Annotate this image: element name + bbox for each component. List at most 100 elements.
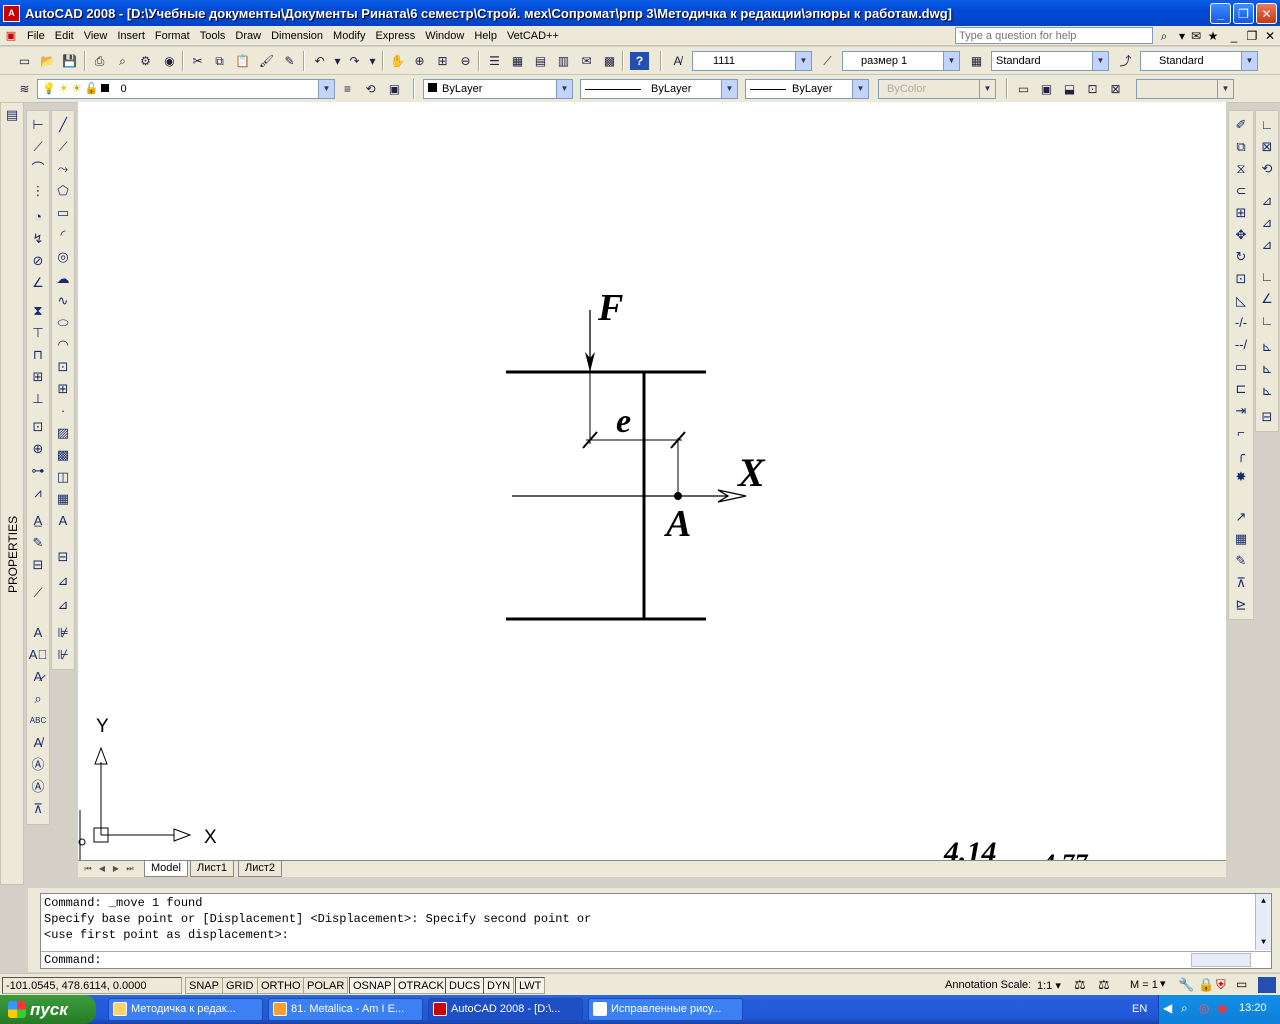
leader-icon[interactable]: ↗	[1231, 507, 1251, 527]
x-axis-label[interactable]: X	[736, 450, 766, 495]
clip-viewport-icon[interactable]: ⊠	[1106, 80, 1125, 98]
tab-layout-1[interactable]: Лист1	[190, 861, 235, 877]
cut-icon[interactable]: ✂	[188, 52, 207, 70]
dim-style-icon[interactable]: ⟋	[818, 52, 837, 70]
point-icon[interactable]: ·	[53, 401, 73, 421]
menu-window[interactable]: Window	[420, 27, 469, 45]
rotate-icon[interactable]: ↻	[1231, 247, 1251, 267]
offset-icon[interactable]: ⊂	[1231, 181, 1251, 201]
ucs-origin-icon[interactable]: ∟	[1257, 267, 1277, 287]
break-at-point-icon[interactable]: ▭	[1231, 357, 1251, 377]
redo-icon[interactable]: ↷	[345, 52, 364, 70]
title-bar[interactable]: A AutoCAD 2008 - [D:\Учебные документы\Д…	[0, 0, 1280, 26]
layer-thaw-sun-icon[interactable]: ☀	[59, 83, 69, 95]
convert-distance-icon[interactable]: ⊼	[28, 799, 48, 819]
linetype-select[interactable]: ByLayer ▼	[580, 79, 738, 99]
tray-back-icon[interactable]: ◀	[1163, 1001, 1172, 1015]
doc-close-button[interactable]: ✕	[1262, 28, 1278, 44]
ucs-zaxis-icon[interactable]: ∠	[1257, 289, 1277, 309]
extend-icon[interactable]: --/	[1231, 335, 1251, 355]
command-history-scrollbar[interactable]: ▲ ▼	[1255, 894, 1271, 950]
multileader-icon[interactable]: ✎	[1231, 551, 1251, 571]
table-style-icon[interactable]: ▦	[967, 52, 986, 70]
scroll-down-icon[interactable]: ▼	[1256, 935, 1271, 950]
table-style-select[interactable]: Standard ▼	[991, 51, 1109, 71]
chevron-down-icon[interactable]: ▼	[795, 52, 811, 70]
quick-dimension-icon[interactable]: ⧗	[28, 301, 48, 321]
text-tool-2-icon[interactable]: ⊿	[53, 571, 73, 591]
ucs-object-icon[interactable]: ⊿	[1257, 213, 1277, 233]
tab-model[interactable]: Model	[144, 861, 188, 877]
dimension-space-icon[interactable]: ⊞	[28, 367, 48, 387]
insert-block-icon[interactable]: ⊡	[53, 357, 73, 377]
maximize-button[interactable]: ❐	[1233, 3, 1254, 24]
menu-help[interactable]: Help	[469, 27, 502, 45]
menu-view[interactable]: View	[79, 27, 113, 45]
menu-edit[interactable]: Edit	[50, 27, 79, 45]
auto-scale-icon[interactable]: ⚖	[1098, 977, 1110, 993]
rectangle-icon[interactable]: ▭	[53, 203, 73, 223]
properties-palette-strip[interactable]: ▤ PROPERTIES	[0, 102, 24, 885]
viewport-icon[interactable]: ▭	[1014, 80, 1033, 98]
calculator-icon[interactable]: ▩	[600, 52, 619, 70]
text-tool-1-icon[interactable]: ⊟	[53, 547, 73, 567]
ordinate-dimension-icon[interactable]: ⋮	[28, 181, 48, 201]
menu-draw[interactable]: Draw	[230, 27, 266, 45]
circle-icon[interactable]: ◎	[53, 247, 73, 267]
design-center-icon[interactable]: ▦	[508, 52, 527, 70]
linear-dimension-icon[interactable]: ⊢	[28, 115, 48, 135]
jogged-linear-icon[interactable]: ⩘	[28, 483, 48, 503]
m-value-display[interactable]: M = 1	[1130, 979, 1158, 991]
ucs-z-icon[interactable]: ⊾	[1257, 381, 1277, 401]
revision-cloud-icon[interactable]: ☁	[53, 269, 73, 289]
next-tab-button[interactable]: ▶	[110, 863, 122, 875]
doc-minimize-button[interactable]: _	[1226, 28, 1242, 44]
justify-text-icon[interactable]: Ⓐ	[28, 777, 48, 797]
chevron-down-icon[interactable]: ▼	[721, 80, 737, 98]
spline-icon[interactable]: ∿	[53, 291, 73, 311]
continue-dimension-icon[interactable]: ⊓	[28, 345, 48, 365]
markup-icon[interactable]: ✉	[577, 52, 596, 70]
text-style-icon[interactable]: A̸	[28, 733, 48, 753]
ucs-view-icon[interactable]: ⊿	[1257, 235, 1277, 255]
hatch-icon[interactable]: ▨	[53, 423, 73, 443]
favorites-star-icon[interactable]: ★	[1205, 28, 1221, 44]
polygonal-viewport-icon[interactable]: ⬓	[1060, 80, 1079, 98]
text-style-icon[interactable]: A̸	[668, 52, 687, 70]
gradient-icon[interactable]: ▩	[53, 445, 73, 465]
align-icon[interactable]: ⊼	[1231, 573, 1251, 593]
task-methodichka[interactable]: Методичка к редак...	[108, 998, 263, 1021]
trim-icon[interactable]: -/-	[1231, 313, 1251, 333]
autocad-app-icon[interactable]: A	[3, 4, 20, 22]
eccentricity-label[interactable]: e	[616, 403, 631, 440]
previous-tab-button[interactable]: ◀	[96, 863, 108, 875]
point-a-label[interactable]: A	[664, 503, 691, 545]
layer-on-bulb-icon[interactable]: 💡	[42, 83, 56, 95]
line-icon[interactable]: ╱	[53, 115, 73, 135]
save-icon[interactable]: 💾	[60, 52, 79, 70]
layer-select[interactable]: 💡 ☀ ☀ 🔓 0 ▼	[37, 79, 335, 99]
menu-format[interactable]: Format	[150, 27, 195, 45]
single-line-text-icon[interactable]: A	[28, 623, 48, 643]
sheet-set-icon[interactable]: ▥	[554, 52, 573, 70]
chevron-down-icon[interactable]: ▼	[556, 80, 572, 98]
vetcad-tool-2-icon[interactable]: ⊮	[53, 645, 73, 665]
tray-settings-icon[interactable]	[1258, 977, 1276, 993]
task-metallica[interactable]: 81. Metallica - Am I E...	[268, 998, 423, 1021]
help-icon[interactable]: ?	[630, 52, 649, 70]
zoom-previous-icon[interactable]: ⊖	[456, 52, 475, 70]
join-icon[interactable]: ⇥	[1231, 401, 1251, 421]
properties-palette-label[interactable]: PROPERTIES	[4, 513, 22, 593]
dyn-toggle[interactable]: DYN	[483, 977, 515, 994]
grid-toggle[interactable]: GRID	[222, 977, 258, 994]
command-input-row[interactable]: Command:	[41, 951, 1271, 968]
ucs-y-icon[interactable]: ⊾	[1257, 359, 1277, 379]
ucs-x-icon[interactable]: ⊾	[1257, 337, 1277, 357]
copy-icon[interactable]: ⧉	[210, 52, 229, 70]
tray-security-icon[interactable]: ◉	[1217, 1001, 1227, 1015]
fillet-icon[interactable]: ╭	[1231, 445, 1251, 465]
text-tool-3-icon[interactable]: ⊿	[53, 595, 73, 615]
single-viewport-icon[interactable]: ▣	[1037, 80, 1056, 98]
block-editor-icon[interactable]: ✎	[280, 52, 299, 70]
task-ispravlennye[interactable]: Исправленные рису...	[588, 998, 743, 1021]
